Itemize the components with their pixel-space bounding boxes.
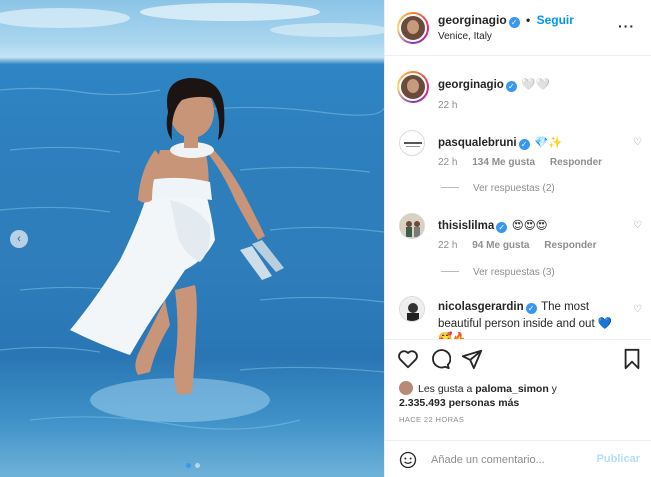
share-send-icon[interactable] [461, 348, 483, 370]
save-bookmark-icon[interactable] [621, 348, 643, 370]
reply-button[interactable]: Responder [544, 240, 596, 251]
separator-dot: • [526, 13, 531, 27]
liker-avatar[interactable] [399, 381, 413, 395]
user-photo-icon [400, 297, 424, 321]
comment: nicolasgerardin ✓ The most beautiful pers… [438, 298, 618, 339]
author-avatar[interactable] [397, 12, 429, 44]
post-photo: ‹ [0, 0, 384, 477]
likes-prefix: Les gusta a [418, 383, 473, 395]
comment-username[interactable]: pasqualebruni [438, 137, 517, 149]
like-comment-icon[interactable]: ♡ [633, 304, 642, 315]
verified-badge-icon: ✓ [525, 303, 537, 314]
comment-time: 22 h [438, 240, 458, 251]
publish-button[interactable]: Publicar [597, 453, 640, 465]
author-line: georginagio ✓ • Seguir [438, 13, 574, 28]
reply-button[interactable]: Responder [550, 157, 602, 168]
comment-avatar[interactable] [399, 130, 425, 156]
previous-photo-icon[interactable]: ‹ [10, 230, 28, 248]
caption-time: 22 h [438, 100, 458, 111]
verified-badge-icon: ✓ [508, 17, 520, 28]
carousel-dot-active [186, 463, 191, 468]
comment-text: 💎✨ [534, 137, 563, 149]
caption-username[interactable]: georginagio [438, 79, 504, 91]
comment-avatar[interactable] [399, 213, 425, 239]
more-options-icon[interactable]: ··· [618, 18, 635, 34]
follow-button[interactable]: Seguir [537, 13, 574, 27]
comment-text-extra: 🥰🔥 [438, 333, 467, 339]
comments-list[interactable]: georginagio ✓ 🤍🤍 22 h pasqualebruni ✓ 💎✨ 2… [385, 57, 651, 339]
comment-likes[interactable]: 94 Me gusta [472, 240, 529, 251]
post-location[interactable]: Venice, Italy [438, 31, 492, 42]
likes-summary: Les gusta a paloma_simon y 2.335.493 per… [399, 381, 557, 410]
comment-time: 22 h [438, 157, 458, 168]
post-header: georginagio ✓ • Seguir Venice, Italy ··· [385, 0, 651, 56]
emoji-picker-icon[interactable] [399, 451, 417, 469]
comment-bubble-icon[interactable] [429, 348, 451, 370]
comment-avatar[interactable] [399, 296, 425, 322]
action-bar [385, 339, 651, 379]
comment-input[interactable] [431, 451, 591, 469]
comment-meta: 22 h 134 Me gusta Responder [438, 157, 614, 168]
comment-likes[interactable]: 134 Me gusta [472, 157, 535, 168]
comment: thisislilma ✓ 😍😍😍 [438, 216, 548, 234]
likes-count[interactable]: 2.335.493 personas más [399, 397, 519, 409]
liker-username[interactable]: paloma_simon [475, 383, 549, 395]
view-replies-button[interactable]: Ver respuestas (3) [441, 267, 555, 278]
like-heart-icon[interactable] [397, 348, 419, 370]
verified-badge-icon: ✓ [505, 81, 517, 92]
brand-logo-icon [404, 142, 422, 147]
author-avatar-image [399, 14, 427, 42]
post-side-panel: georginagio ✓ • Seguir Venice, Italy ··· … [384, 0, 651, 477]
verified-badge-icon: ✓ [496, 222, 508, 233]
caption-author-avatar[interactable] [397, 71, 429, 103]
like-comment-icon[interactable]: ♡ [633, 220, 642, 231]
author-username[interactable]: georginagio [438, 13, 507, 27]
caption-author-avatar-image [399, 73, 427, 101]
caption-text: 🤍🤍 [521, 79, 550, 91]
comment-username[interactable]: thisislilma [438, 220, 494, 232]
caption: georginagio ✓ 🤍🤍 [438, 75, 550, 93]
view-replies-button[interactable]: Ver respuestas (2) [441, 183, 555, 194]
like-comment-icon[interactable]: ♡ [633, 137, 642, 148]
verified-badge-icon: ✓ [518, 139, 530, 150]
comment-meta: 22 h 94 Me gusta Responder [438, 240, 609, 251]
likes-connector: y [551, 383, 557, 395]
photo-illustration [0, 3, 384, 430]
comment-username[interactable]: nicolasgerardin [438, 301, 524, 313]
comment-text: 😍😍😍 [511, 220, 548, 232]
add-comment-bar: Publicar [385, 440, 651, 477]
comment: pasqualebruni ✓ 💎✨ [438, 133, 563, 151]
carousel-dot [195, 463, 200, 468]
user-photo-icon [400, 214, 424, 238]
carousel-indicator [186, 463, 200, 468]
post-timestamp[interactable]: HACE 22 HORAS [399, 415, 464, 424]
